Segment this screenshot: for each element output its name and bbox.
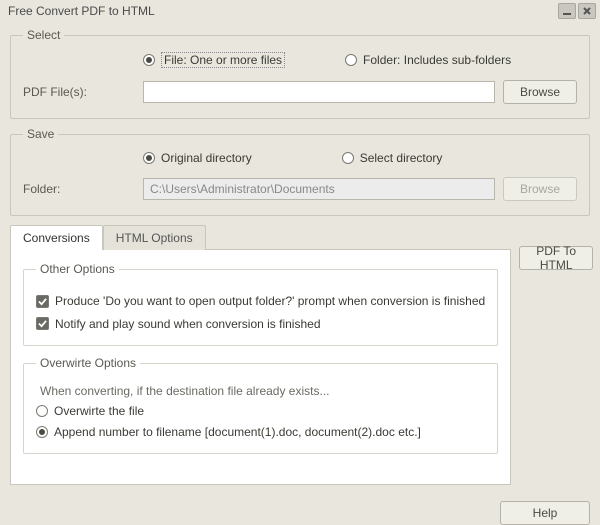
pdf-files-label: PDF File(s):	[23, 85, 143, 99]
pdf-to-html-button[interactable]: PDF To HTML	[519, 246, 593, 270]
folder-label: Folder:	[23, 182, 143, 196]
help-button[interactable]: Help	[500, 501, 590, 525]
append-number-radio[interactable]: Append number to filename [document(1).d…	[36, 425, 421, 439]
checkbox-icon	[36, 317, 49, 330]
file-mode-radio[interactable]: File: One or more files	[143, 52, 285, 68]
prompt-checkbox[interactable]: Produce 'Do you want to open output fold…	[36, 294, 485, 308]
radio-icon	[143, 152, 155, 164]
other-options-legend: Other Options	[36, 262, 119, 276]
radio-icon	[345, 54, 357, 66]
select-directory-radio[interactable]: Select directory	[342, 151, 443, 165]
close-button[interactable]	[578, 3, 596, 19]
tab-strip: Conversions HTML Options	[10, 225, 511, 250]
select-group: Select File: One or more files Folder: I…	[10, 28, 590, 119]
overwrite-options-group: Overwirte Options When converting, if th…	[23, 356, 498, 454]
overwrite-intro: When converting, if the destination file…	[40, 384, 485, 398]
tab-html-options[interactable]: HTML Options	[103, 225, 206, 250]
prompt-checkbox-label: Produce 'Do you want to open output fold…	[55, 294, 485, 308]
save-legend: Save	[23, 127, 58, 141]
radio-icon	[143, 54, 155, 66]
notify-checkbox[interactable]: Notify and play sound when conversion is…	[36, 317, 321, 331]
radio-icon	[342, 152, 354, 164]
tab-conversions[interactable]: Conversions	[10, 225, 103, 250]
title-bar: Free Convert PDF to HTML	[0, 0, 600, 22]
overwrite-file-radio[interactable]: Overwirte the file	[36, 404, 144, 418]
select-legend: Select	[23, 28, 64, 42]
minimize-button[interactable]	[558, 3, 576, 19]
browse-folder-button: Browse	[503, 177, 577, 201]
original-directory-radio[interactable]: Original directory	[143, 151, 252, 165]
overwrite-options-legend: Overwirte Options	[36, 356, 140, 370]
checkbox-icon	[36, 295, 49, 308]
tab-panel-conversions: Other Options Produce 'Do you want to op…	[10, 249, 511, 485]
notify-checkbox-label: Notify and play sound when conversion is…	[55, 317, 321, 331]
browse-files-button[interactable]: Browse	[503, 80, 577, 104]
other-options-group: Other Options Produce 'Do you want to op…	[23, 262, 498, 346]
minimize-icon	[562, 6, 572, 16]
window-title: Free Convert PDF to HTML	[8, 4, 556, 18]
pdf-files-input[interactable]	[143, 81, 495, 103]
folder-mode-radio[interactable]: Folder: Includes sub-folders	[345, 53, 511, 67]
save-group: Save Original directory Select directory…	[10, 127, 590, 216]
close-icon	[582, 6, 592, 16]
folder-input	[143, 178, 495, 200]
radio-icon	[36, 405, 48, 417]
radio-icon	[36, 426, 48, 438]
